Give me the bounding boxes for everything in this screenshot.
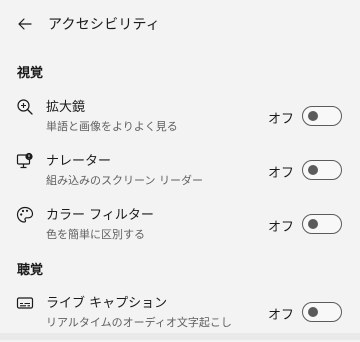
toggle-knob <box>308 165 318 175</box>
palette-icon <box>16 206 34 223</box>
magnifier-toggle[interactable] <box>302 106 342 126</box>
setting-title: ナレーター <box>46 154 112 169</box>
toggle-state-label: オフ <box>268 166 295 181</box>
back-arrow-icon <box>18 18 32 30</box>
toggle-knob <box>308 111 318 121</box>
setting-row-narrator[interactable]: ナレーター 組み込みのスクリーン リーダー オフ <box>0 146 360 200</box>
magnifier-icon <box>17 99 33 115</box>
setting-row-color-filter[interactable]: カラー フィルター 色を簡単に区別する オフ <box>0 200 360 254</box>
setting-description: リアルタイムのオーディオ文字起こし <box>46 316 232 329</box>
toggle-knob <box>308 219 318 229</box>
captions-icon <box>16 297 34 309</box>
toggle-state-label: オフ <box>268 308 295 323</box>
setting-description: 単語と画像をよりよく見る <box>46 120 178 133</box>
setting-description: 色を簡単に区別する <box>46 228 145 241</box>
setting-title: カラー フィルター <box>46 208 154 223</box>
toggle-knob <box>308 307 318 317</box>
narrator-icon <box>16 152 33 169</box>
setting-title: ライブ キャプション <box>46 296 168 311</box>
section-title-vision: 視覚 <box>17 66 44 81</box>
setting-description: 組み込みのスクリーン リーダー <box>46 174 203 187</box>
live-captions-toggle[interactable] <box>302 302 342 322</box>
color-filter-toggle[interactable] <box>302 214 342 234</box>
toggle-state-label: オフ <box>268 112 295 127</box>
setting-row-magnifier[interactable]: 拡大鏡 単語と画像をよりよく見る オフ <box>0 92 360 146</box>
bottom-divider <box>0 333 360 340</box>
section-title-hearing: 聴覚 <box>17 263 44 278</box>
toggle-state-label: オフ <box>268 220 295 235</box>
page-title: アクセシビリティ <box>48 17 161 33</box>
narrator-toggle[interactable] <box>302 160 342 180</box>
setting-title: 拡大鏡 <box>46 100 86 115</box>
back-button[interactable] <box>10 9 40 39</box>
header: アクセシビリティ <box>0 0 360 48</box>
